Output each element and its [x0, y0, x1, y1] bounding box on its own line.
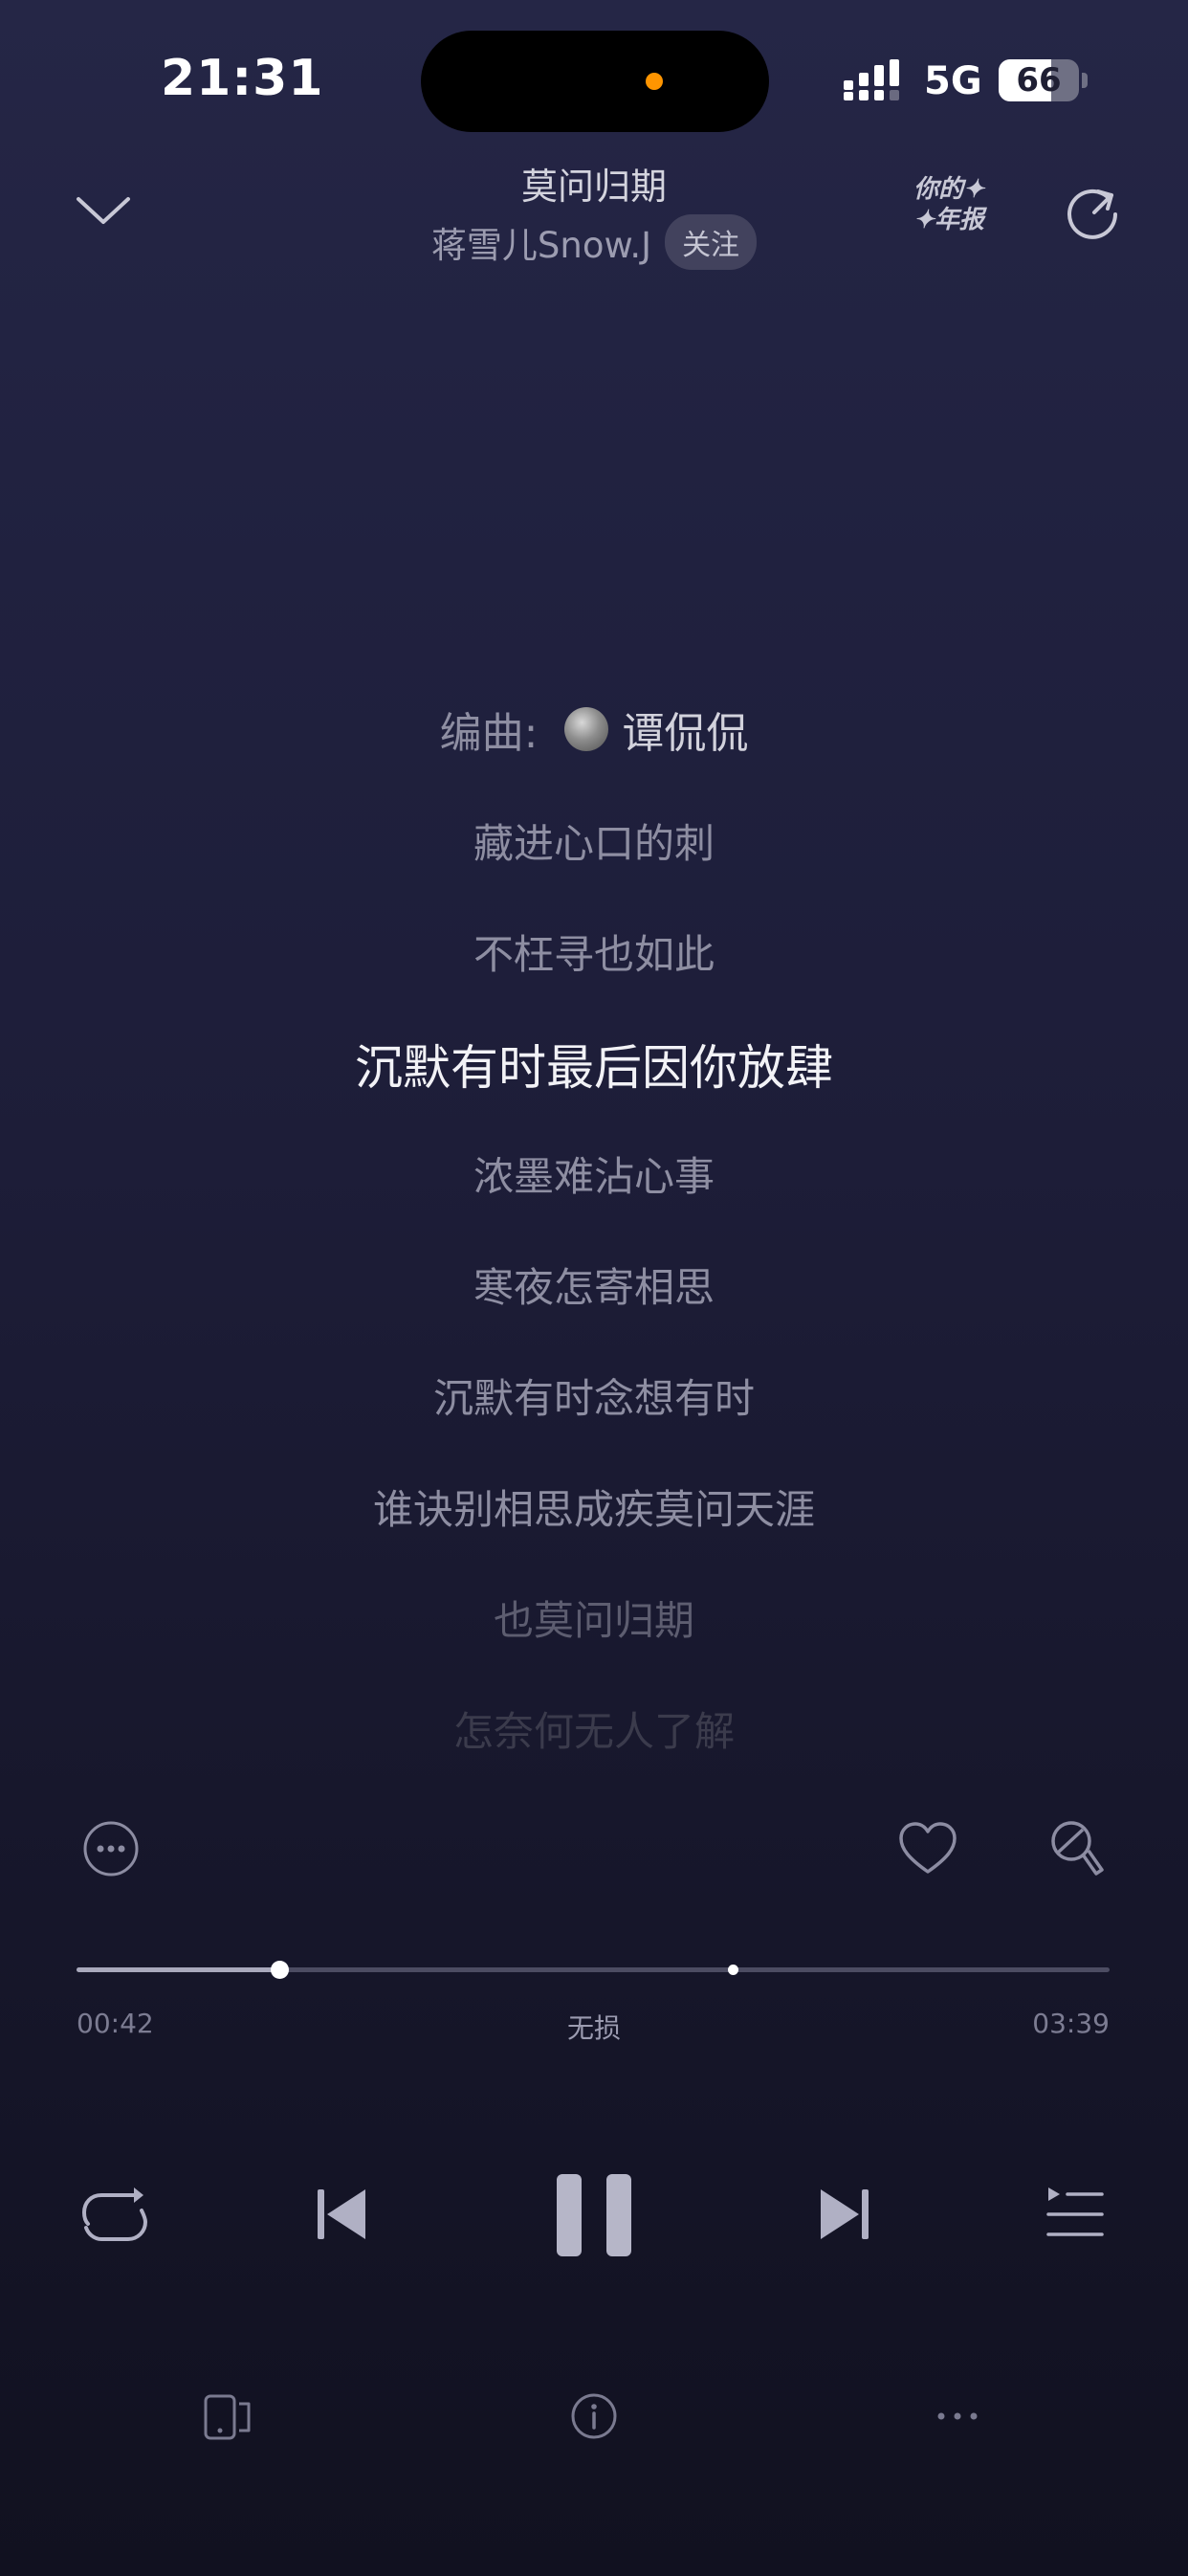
progress-knob[interactable] — [270, 1961, 289, 1979]
lyric-line[interactable]: 藏进心口的刺 — [0, 811, 1188, 870]
previous-button[interactable] — [316, 2184, 369, 2245]
status-time: 21:31 — [161, 50, 324, 107]
lyrics-credit: 编曲: 谭侃侃 — [0, 699, 1188, 760]
battery-icon: 66 — [999, 59, 1079, 101]
lyric-line[interactable]: 浓墨难沾心事 — [0, 1144, 1188, 1203]
pause-icon — [557, 2174, 631, 2256]
year-report-button[interactable]: 你的✦ ✦年报 — [890, 174, 1008, 235]
next-button[interactable] — [817, 2184, 870, 2245]
progress-slider[interactable] — [77, 1961, 1110, 1979]
heart-icon — [899, 1822, 957, 1874]
year-report-line2: ✦年报 — [913, 206, 984, 234]
lyric-line-current[interactable]: 沉默有时最后因你放肆 — [0, 1030, 1188, 1099]
microphone-icon — [1051, 1821, 1104, 1876]
device-switch-icon — [204, 2394, 251, 2440]
artist-row: 蒋雪儿Snow.J 关注 — [287, 214, 901, 270]
avatar[interactable] — [564, 707, 609, 751]
cellular-signal-icon — [842, 59, 907, 101]
total-time: 03:39 — [1032, 2008, 1110, 2039]
like-button[interactable] — [897, 1820, 958, 1877]
quality-label[interactable]: 无损 — [0, 2008, 1188, 2046]
lyric-line[interactable]: 谁诀别相思成疾莫问天涯 — [0, 1477, 1188, 1536]
network-label: 5G — [924, 59, 982, 103]
more-button[interactable] — [934, 2402, 981, 2431]
more-horizontal-icon — [937, 2412, 978, 2420]
credit-label: 编曲: — [439, 709, 539, 758]
dynamic-island — [421, 31, 769, 132]
artist-name[interactable]: 蒋雪儿Snow.J — [431, 216, 651, 268]
follow-button[interactable]: 关注 — [665, 214, 758, 270]
more-circle-icon — [83, 1821, 139, 1876]
battery-cap — [1082, 73, 1088, 88]
lyric-line[interactable]: 寒夜怎寄相思 — [0, 1255, 1188, 1314]
info-icon — [571, 2393, 617, 2439]
next-icon — [821, 2189, 869, 2239]
sing-button[interactable] — [1046, 1818, 1108, 1883]
credit-name[interactable]: 谭侃侃 — [622, 699, 748, 760]
share-arrow-icon — [1067, 189, 1117, 239]
playlist-button[interactable] — [1046, 2186, 1104, 2239]
lyric-line[interactable]: 也莫问归期 — [0, 1588, 1188, 1647]
highlight-marker[interactable] — [728, 1965, 738, 1975]
lyric-line[interactable]: 不枉寻也如此 — [0, 922, 1188, 981]
battery-level: 66 — [1016, 61, 1062, 100]
year-report-line1: 你的✦ — [913, 175, 984, 204]
song-info-button[interactable] — [570, 2392, 618, 2440]
song-title[interactable]: 莫问归期 — [287, 157, 901, 210]
repeat-icon — [81, 2187, 148, 2241]
pause-button[interactable] — [555, 2172, 633, 2258]
playlist-icon — [1046, 2187, 1104, 2236]
lyric-line[interactable]: 沉默有时念想有时 — [0, 1366, 1188, 1425]
more-options-button[interactable] — [82, 1820, 140, 1877]
previous-icon — [318, 2189, 365, 2239]
chevron-down-icon — [77, 197, 130, 224]
collapse-button[interactable] — [71, 180, 136, 245]
device-switch-button[interactable] — [203, 2392, 253, 2442]
share-button[interactable] — [1060, 180, 1125, 245]
repeat-button[interactable] — [80, 2184, 149, 2245]
privacy-indicator-dot — [646, 73, 663, 90]
progress-fill — [77, 1967, 279, 1972]
lyric-line[interactable]: 怎奈何无人了解 — [0, 1699, 1188, 1758]
